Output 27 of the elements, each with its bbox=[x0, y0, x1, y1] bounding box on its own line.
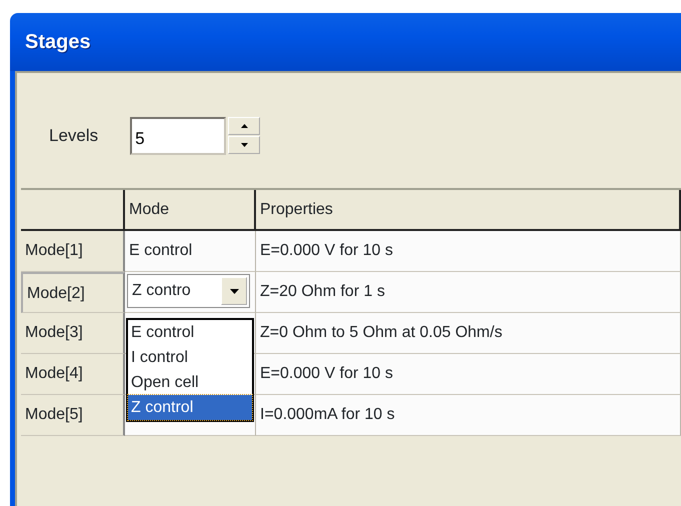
dropdown-option[interactable]: Open cell bbox=[128, 370, 252, 395]
table-cell: Z=0 Ohm to 5 Ohm at 0.05 Ohm/s bbox=[256, 313, 681, 354]
table-cell: Z=20 Ohm for 1 s bbox=[256, 272, 681, 313]
dropdown-option[interactable]: E control bbox=[128, 320, 252, 345]
dropdown-option[interactable]: Z control bbox=[128, 395, 252, 420]
table-cell: I=0.000mA for 10 s bbox=[256, 395, 681, 436]
dropdown-button[interactable] bbox=[221, 277, 247, 305]
levels-label: Levels bbox=[49, 124, 98, 147]
row-header: Mode[4] bbox=[21, 354, 125, 395]
column-header: Properties bbox=[256, 190, 681, 231]
table-cell: E=0.000 V for 10 s bbox=[256, 231, 681, 272]
spin-up-button[interactable] bbox=[228, 117, 260, 135]
mode-combo[interactable]: Z contro bbox=[127, 274, 250, 308]
row-header: Mode[5] bbox=[21, 395, 125, 436]
levels-field[interactable]: 5 bbox=[130, 116, 226, 154]
row-header: Mode[1] bbox=[21, 231, 125, 272]
up-arrow-icon bbox=[240, 124, 248, 128]
window-title: Stages bbox=[10, 13, 681, 71]
table-cell: E control bbox=[125, 231, 256, 272]
row-header: Mode[2] bbox=[21, 272, 125, 313]
table-cell: E=0.000 V for 10 s bbox=[256, 354, 681, 395]
column-header: Mode bbox=[125, 190, 256, 231]
spin-down-button[interactable] bbox=[228, 136, 260, 154]
dropdown-option[interactable]: I control bbox=[128, 345, 252, 370]
caret-icon bbox=[230, 288, 238, 294]
down-arrow-icon bbox=[240, 143, 248, 147]
row-header: Mode[3] bbox=[21, 313, 125, 354]
